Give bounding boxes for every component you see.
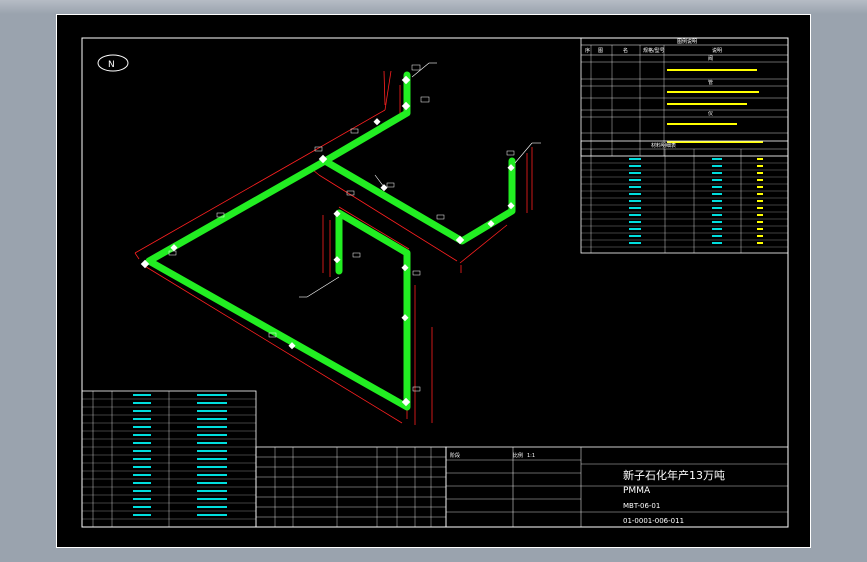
project-title: 新子石化年产13万吨 (623, 468, 725, 482)
legend-section-pipes: 管 (708, 79, 713, 86)
north-arrow-icon: N (97, 54, 129, 72)
lower-left-table (81, 390, 257, 528)
legend-col-1: 图 (598, 48, 603, 54)
parts-table: 材料明细表 (580, 140, 789, 254)
legend-col-0: 序 (585, 47, 590, 54)
north-label: N (108, 60, 115, 70)
parts-table-title: 材料明细表 (651, 142, 676, 149)
cad-viewport[interactable]: N 图例说明 序 图 名 规格/型号 说明 阀 管 仪 材料明细表 比例 1:1… (56, 14, 811, 548)
legend-col-3: 规格/型号 (643, 47, 665, 54)
title-block: 比例 1:1 阶段 新子石化年产13万吨 PMMA MBT-06-01 01-0… (445, 446, 789, 528)
pipe-main-loop (145, 71, 411, 411)
legend-title: 图例说明 (677, 38, 697, 45)
drawing-canvas: N 图例说明 序 图 名 规格/型号 说明 阀 管 仪 材料明细表 比例 1:1… (81, 37, 789, 528)
project-subtitle: PMMA (623, 486, 651, 496)
window-top-strip (0, 0, 867, 14)
pipe-fittings (140, 75, 515, 407)
legend-col-4: 说明 (712, 47, 722, 54)
stage-label: 阶段 (450, 452, 460, 459)
legend-col-2: 名 (623, 47, 628, 54)
drawing-number: 01-0001-006-011 (623, 517, 684, 525)
legend-table: 图例说明 序 图 名 规格/型号 说明 阀 管 仪 (580, 37, 789, 157)
revision-grid (255, 446, 447, 528)
legend-section-instruments: 仪 (708, 111, 713, 117)
dimension-lines (134, 70, 533, 425)
scale-value: 1:1 (527, 453, 535, 459)
pipe-branch-east (321, 157, 516, 245)
drawing-code: MBT-06-01 (623, 502, 660, 510)
leader-lines (299, 62, 541, 298)
scale-label: 比例 (513, 452, 523, 459)
legend-section-valves: 阀 (708, 55, 713, 62)
